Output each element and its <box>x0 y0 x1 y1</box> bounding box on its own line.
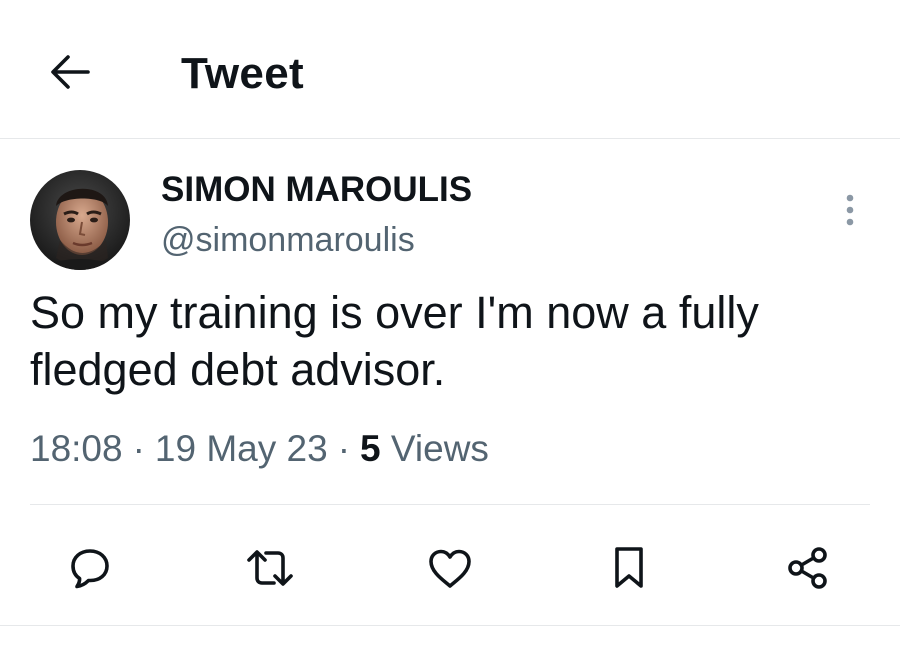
arrow-left-icon <box>48 52 92 92</box>
share-icon <box>785 545 831 591</box>
retweet-button[interactable] <box>238 536 302 600</box>
top-bar: Tweet <box>0 0 900 139</box>
views-count[interactable]: 5 <box>360 428 381 469</box>
heart-icon <box>426 546 474 590</box>
views-label[interactable]: Views <box>391 428 489 469</box>
bookmark-button[interactable] <box>597 536 661 600</box>
author-handle[interactable]: @simonmaroulis <box>161 219 415 261</box>
tweet-meta: 18:08 · 19 May 23 · 5 Views <box>30 424 489 474</box>
page-title: Tweet <box>181 49 304 98</box>
bookmark-icon <box>609 545 649 591</box>
reply-button[interactable] <box>58 536 122 600</box>
divider <box>30 504 870 505</box>
meta-separator: · <box>132 428 145 469</box>
divider <box>0 625 900 626</box>
more-vertical-icon <box>844 192 856 228</box>
author-display-name[interactable]: SIMON MAROULIS <box>161 168 472 212</box>
tweet-text: So my training is over I'm now a fully f… <box>30 287 759 395</box>
meta-separator: · <box>337 428 351 469</box>
back-button[interactable] <box>44 46 96 98</box>
retweet-icon <box>244 546 296 590</box>
action-bar <box>0 536 900 600</box>
more-options-button[interactable] <box>830 188 870 232</box>
tweet-time[interactable]: 18:08 <box>30 428 123 469</box>
tweet-date[interactable]: 19 May 23 <box>155 428 328 469</box>
share-button[interactable] <box>776 536 840 600</box>
reply-icon <box>68 546 112 590</box>
avatar[interactable] <box>30 170 130 270</box>
like-button[interactable] <box>418 536 482 600</box>
